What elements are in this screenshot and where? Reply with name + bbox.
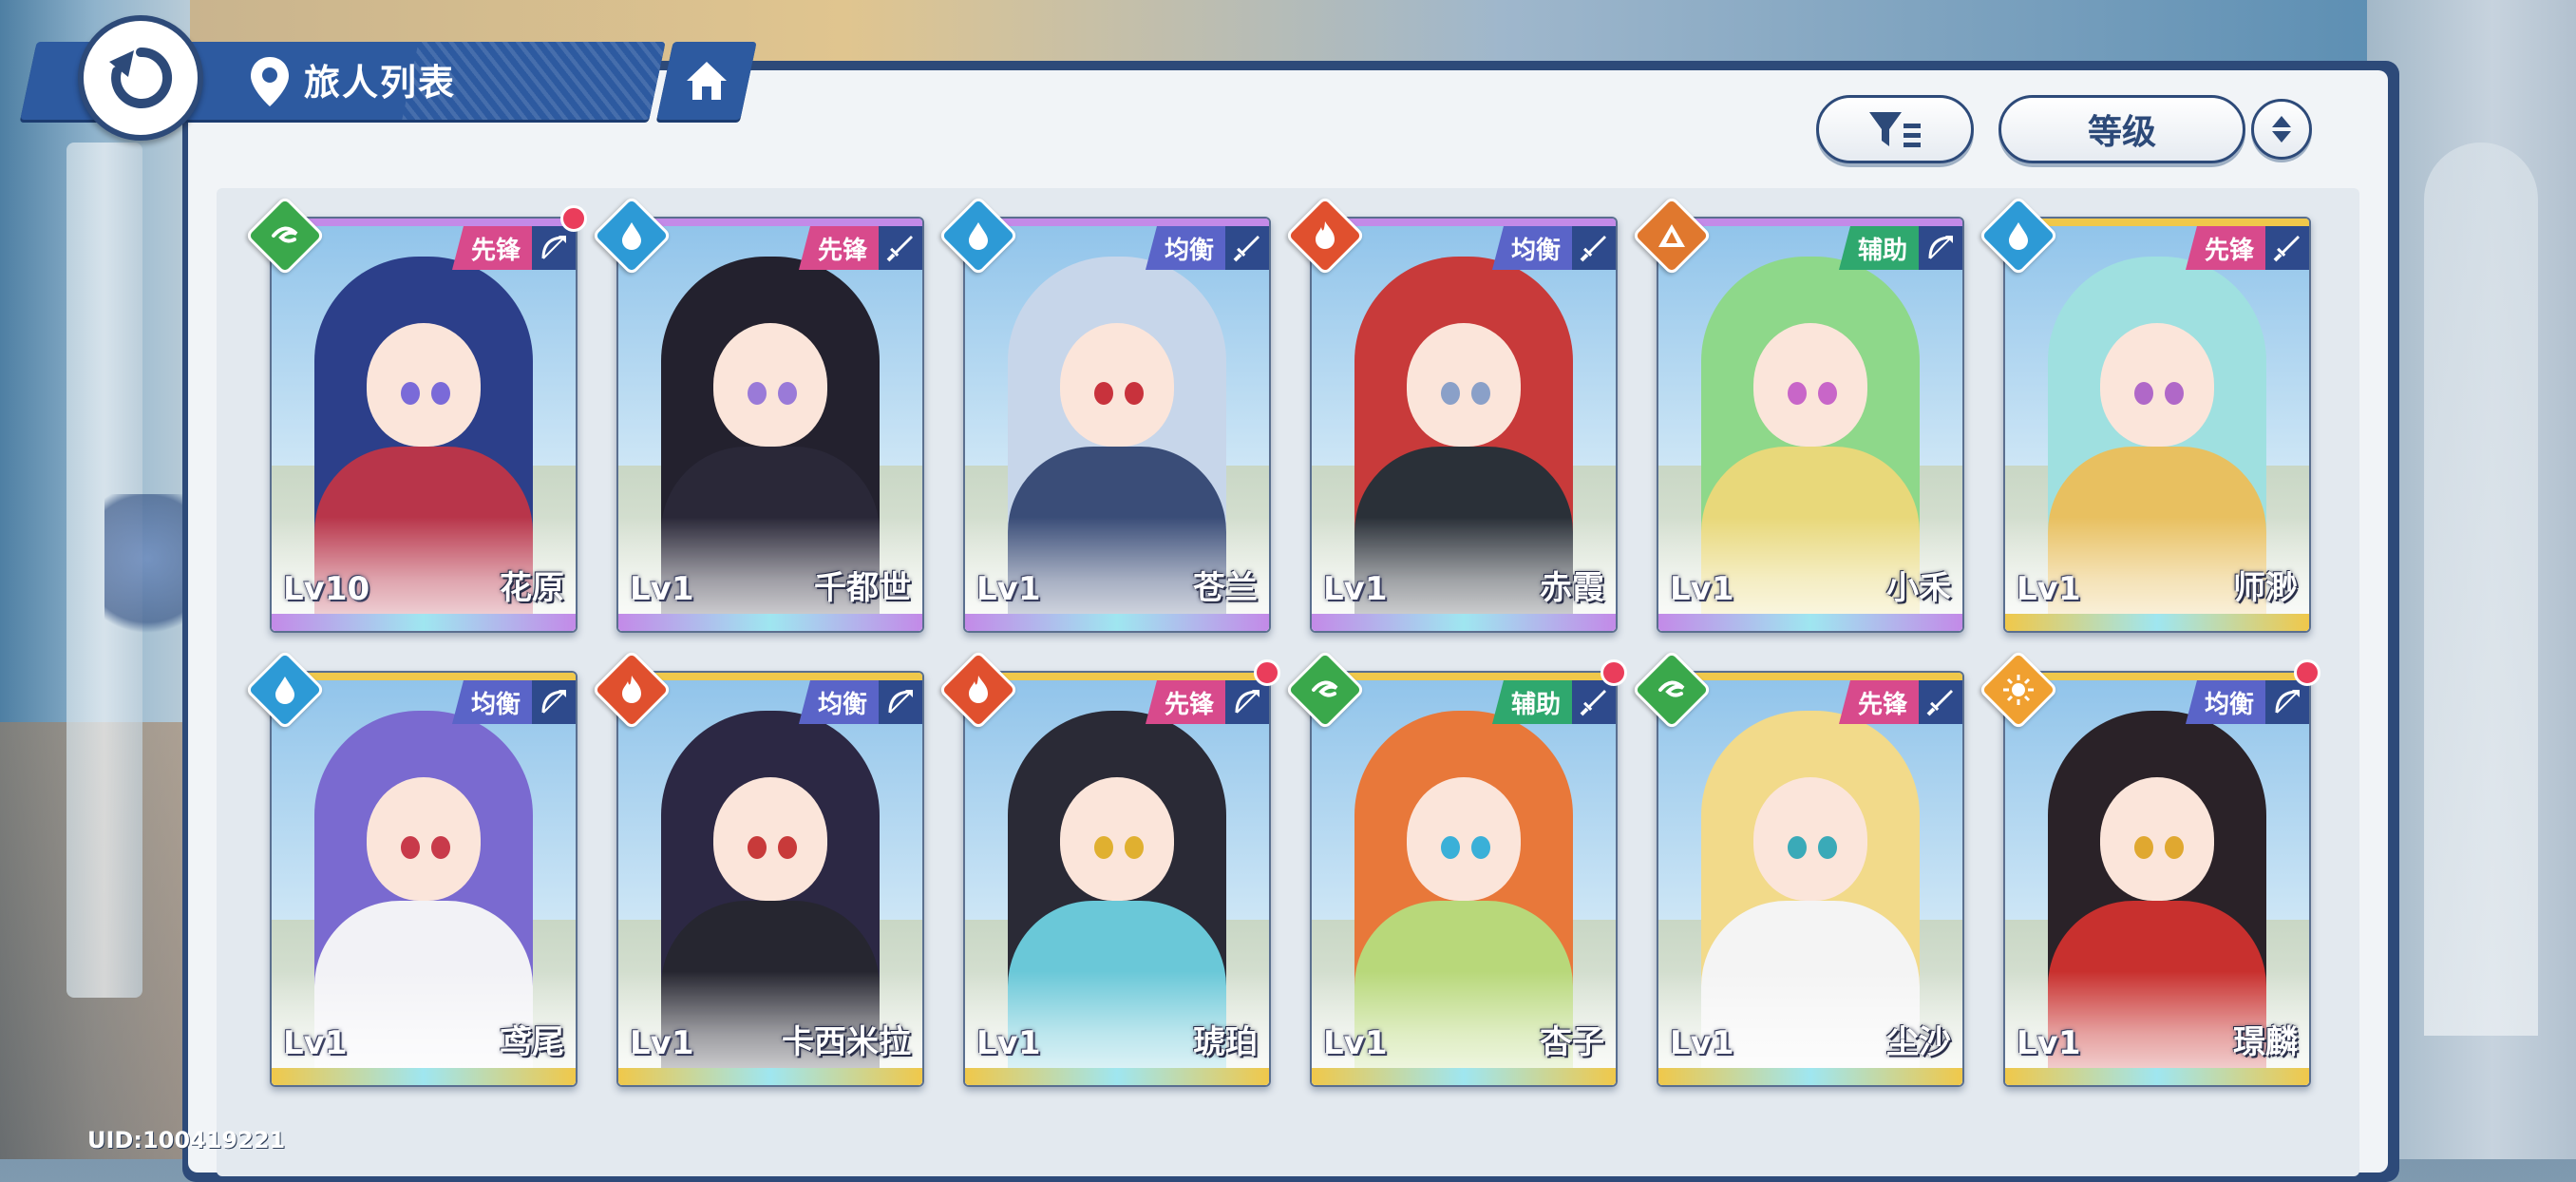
character-name: 杏子	[1540, 1023, 1604, 1061]
role-tag: 先锋	[451, 226, 576, 270]
home-button[interactable]	[656, 42, 757, 120]
role-label: 先锋	[451, 226, 532, 270]
level-label: Lv1	[630, 570, 694, 608]
traveler-card[interactable]: 均衡 Lv1 卡西米拉	[616, 671, 924, 1087]
back-button[interactable]	[78, 15, 203, 141]
level-label: Lv1	[2017, 570, 2081, 608]
background-arch	[2424, 143, 2538, 1036]
new-badge-dot	[2294, 659, 2320, 686]
character-name: 尘沙	[1886, 1023, 1951, 1061]
sword-icon	[2265, 226, 2309, 270]
location-pin-icon	[251, 57, 289, 106]
level-label: Lv1	[976, 570, 1041, 608]
sword-icon	[1572, 680, 1616, 724]
level-label: Lv10	[283, 570, 370, 608]
character-name: 卡西米拉	[782, 1023, 911, 1061]
traveler-card[interactable]: 均衡 Lv1 赤霞	[1310, 217, 1618, 633]
traveler-card[interactable]: 均衡 Lv1 璟麟	[2003, 671, 2311, 1087]
level-label: Lv1	[630, 1024, 694, 1062]
filter-icon	[1869, 112, 1921, 147]
traveler-card[interactable]: 均衡 Lv1 鸢尾	[270, 671, 578, 1087]
home-icon	[687, 62, 727, 100]
level-label: Lv1	[1323, 570, 1388, 608]
sword-icon	[1919, 680, 1962, 724]
character-name: 璟麟	[2233, 1023, 2298, 1061]
character-name: 赤霞	[1540, 569, 1604, 607]
role-label: 辅助	[1491, 680, 1572, 724]
role-tag: 均衡	[451, 680, 576, 724]
role-label: 均衡	[1145, 226, 1225, 270]
sort-by-button[interactable]: 等级	[1998, 95, 2245, 163]
sword-icon	[879, 226, 922, 270]
level-label: Lv1	[2017, 1024, 2081, 1062]
character-name: 师渺	[2233, 569, 2298, 607]
role-tag: 先锋	[1145, 680, 1269, 724]
bow-icon	[2265, 680, 2309, 724]
role-tag: 均衡	[1491, 226, 1616, 270]
role-label: 先锋	[1838, 680, 1919, 724]
bow-icon	[532, 680, 576, 724]
role-tag: 先锋	[2185, 226, 2309, 270]
uid-label: UID:100419221	[87, 1127, 286, 1153]
sword-icon	[1572, 226, 1616, 270]
new-badge-dot	[1254, 659, 1280, 686]
new-badge-dot	[1601, 659, 1627, 686]
bow-icon	[1225, 680, 1269, 724]
role-tag: 均衡	[1145, 226, 1269, 270]
role-tag: 先锋	[1838, 680, 1962, 724]
level-label: Lv1	[1670, 570, 1734, 608]
character-name: 苍兰	[1193, 569, 1258, 607]
sort-desc-icon	[2272, 131, 2291, 143]
character-name: 千都世	[814, 569, 911, 607]
role-label: 均衡	[798, 680, 879, 724]
level-label: Lv1	[1670, 1024, 1734, 1062]
page-title: 旅人列表	[304, 62, 457, 104]
role-tag: 辅助	[1838, 226, 1962, 270]
character-name: 琥珀	[1193, 1023, 1258, 1061]
back-arrow-icon	[109, 47, 173, 108]
traveler-card[interactable]: 辅助 Lv1 杏子	[1310, 671, 1618, 1087]
level-label: Lv1	[283, 1024, 348, 1062]
role-tag: 辅助	[1491, 680, 1616, 724]
character-name: 小禾	[1886, 569, 1951, 607]
sword-icon	[1225, 226, 1269, 270]
level-label: Lv1	[976, 1024, 1041, 1062]
bow-icon	[1919, 226, 1962, 270]
traveler-card[interactable]: 先锋 Lv10 花原	[270, 217, 578, 633]
new-badge-dot	[560, 205, 587, 232]
traveler-card[interactable]: 先锋 Lv1 师渺	[2003, 217, 2311, 633]
role-tag: 均衡	[798, 680, 922, 724]
sort-order-button[interactable]	[2251, 99, 2312, 160]
traveler-card[interactable]: 先锋 Lv1 琥珀	[963, 671, 1271, 1087]
level-label: Lv1	[1323, 1024, 1388, 1062]
traveler-card[interactable]: 均衡 Lv1 苍兰	[963, 217, 1271, 633]
sort-asc-icon	[2272, 116, 2291, 127]
filter-button[interactable]	[1816, 95, 1974, 163]
traveler-card[interactable]: 先锋 Lv1 千都世	[616, 217, 924, 633]
background-plant	[104, 494, 190, 656]
bow-icon	[532, 226, 576, 270]
role-label: 先锋	[798, 226, 879, 270]
background-left	[0, 0, 190, 1159]
card-grid: 先锋 Lv10 花原 先锋 Lv1 千都世 均衡 Lv1 苍兰 均衡 Lv1 赤…	[217, 188, 2359, 1176]
role-label: 均衡	[2185, 680, 2265, 724]
traveler-card[interactable]: 辅助 Lv1 小禾	[1657, 217, 1964, 633]
role-label: 均衡	[1491, 226, 1572, 270]
traveler-card[interactable]: 先锋 Lv1 尘沙	[1657, 671, 1964, 1087]
traveler-list-panel: 先锋 Lv10 花原 先锋 Lv1 千都世 均衡 Lv1 苍兰 均衡 Lv1 赤…	[182, 61, 2399, 1182]
character-name: 鸢尾	[500, 1023, 564, 1061]
role-label: 均衡	[451, 680, 532, 724]
role-label: 辅助	[1838, 226, 1919, 270]
bow-icon	[879, 680, 922, 724]
character-name: 花原	[500, 569, 564, 607]
role-label: 先锋	[1145, 680, 1225, 724]
panel-body: 先锋 Lv10 花原 先锋 Lv1 千都世 均衡 Lv1 苍兰 均衡 Lv1 赤…	[188, 70, 2388, 1176]
role-label: 先锋	[2185, 226, 2265, 270]
role-tag: 均衡	[2185, 680, 2309, 724]
role-tag: 先锋	[798, 226, 922, 270]
